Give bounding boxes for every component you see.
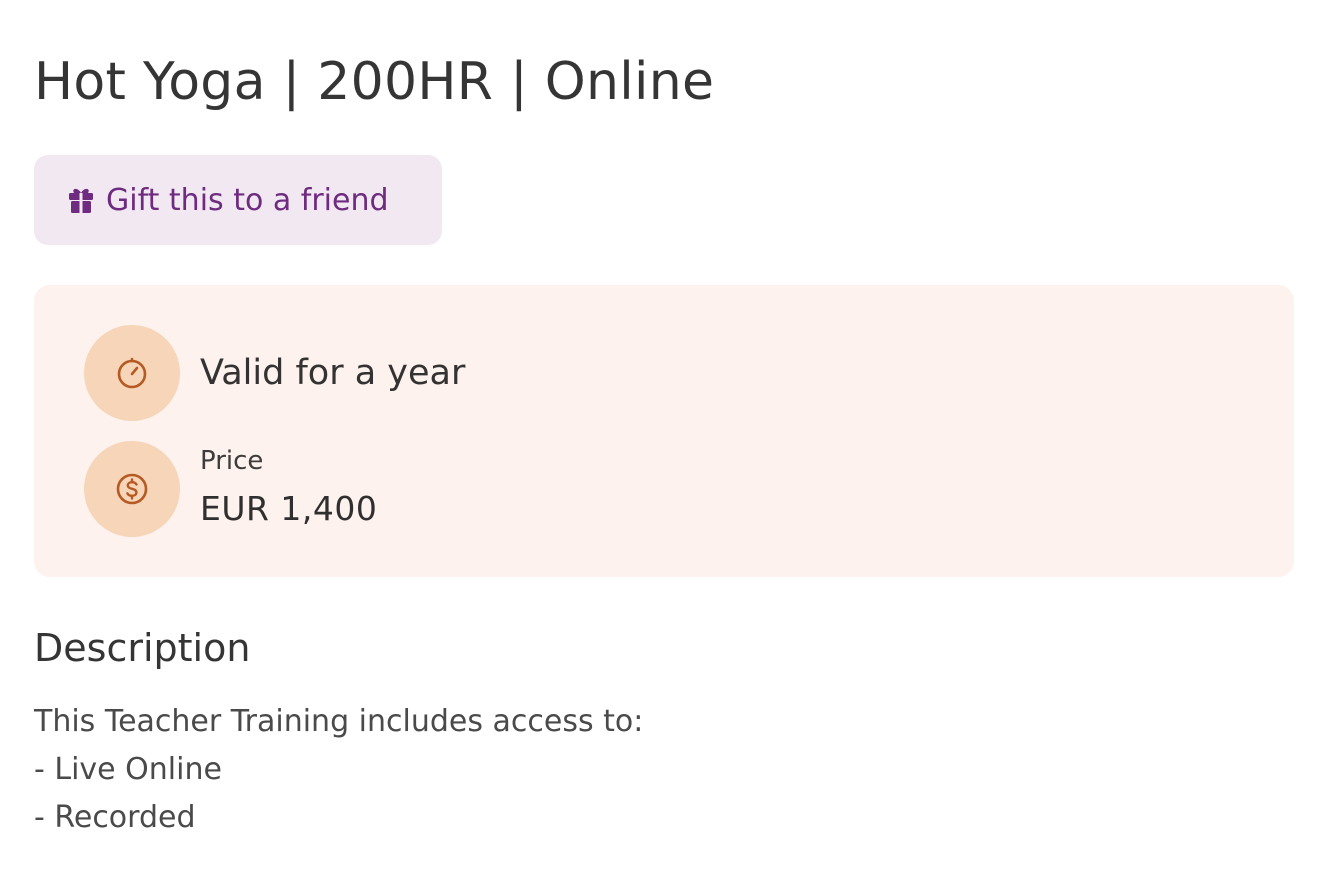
gift-button-label: Gift this to a friend	[106, 182, 389, 218]
page-title: Hot Yoga | 200HR | Online	[34, 52, 715, 112]
description-line: - Recorded	[34, 800, 196, 835]
gift-to-friend-button[interactable]: Gift this to a friend	[34, 155, 442, 245]
course-info-card: Valid for a year Price EUR 1,400	[34, 285, 1294, 577]
gift-icon	[68, 186, 94, 214]
course-detail-page: Hot Yoga | 200HR | Online Gift this to a…	[0, 0, 1330, 896]
description-heading: Description	[34, 626, 251, 670]
price-value: EUR 1,400	[200, 489, 378, 528]
validity-text: Valid for a year	[200, 353, 466, 393]
price-label: Price	[200, 446, 264, 476]
description-text: This Teacher Training includes access to…	[34, 698, 643, 842]
dollar-circle-icon	[84, 441, 180, 537]
description-line: This Teacher Training includes access to…	[34, 704, 644, 739]
description-line: - Live Online	[34, 752, 222, 787]
stopwatch-icon	[84, 325, 180, 421]
